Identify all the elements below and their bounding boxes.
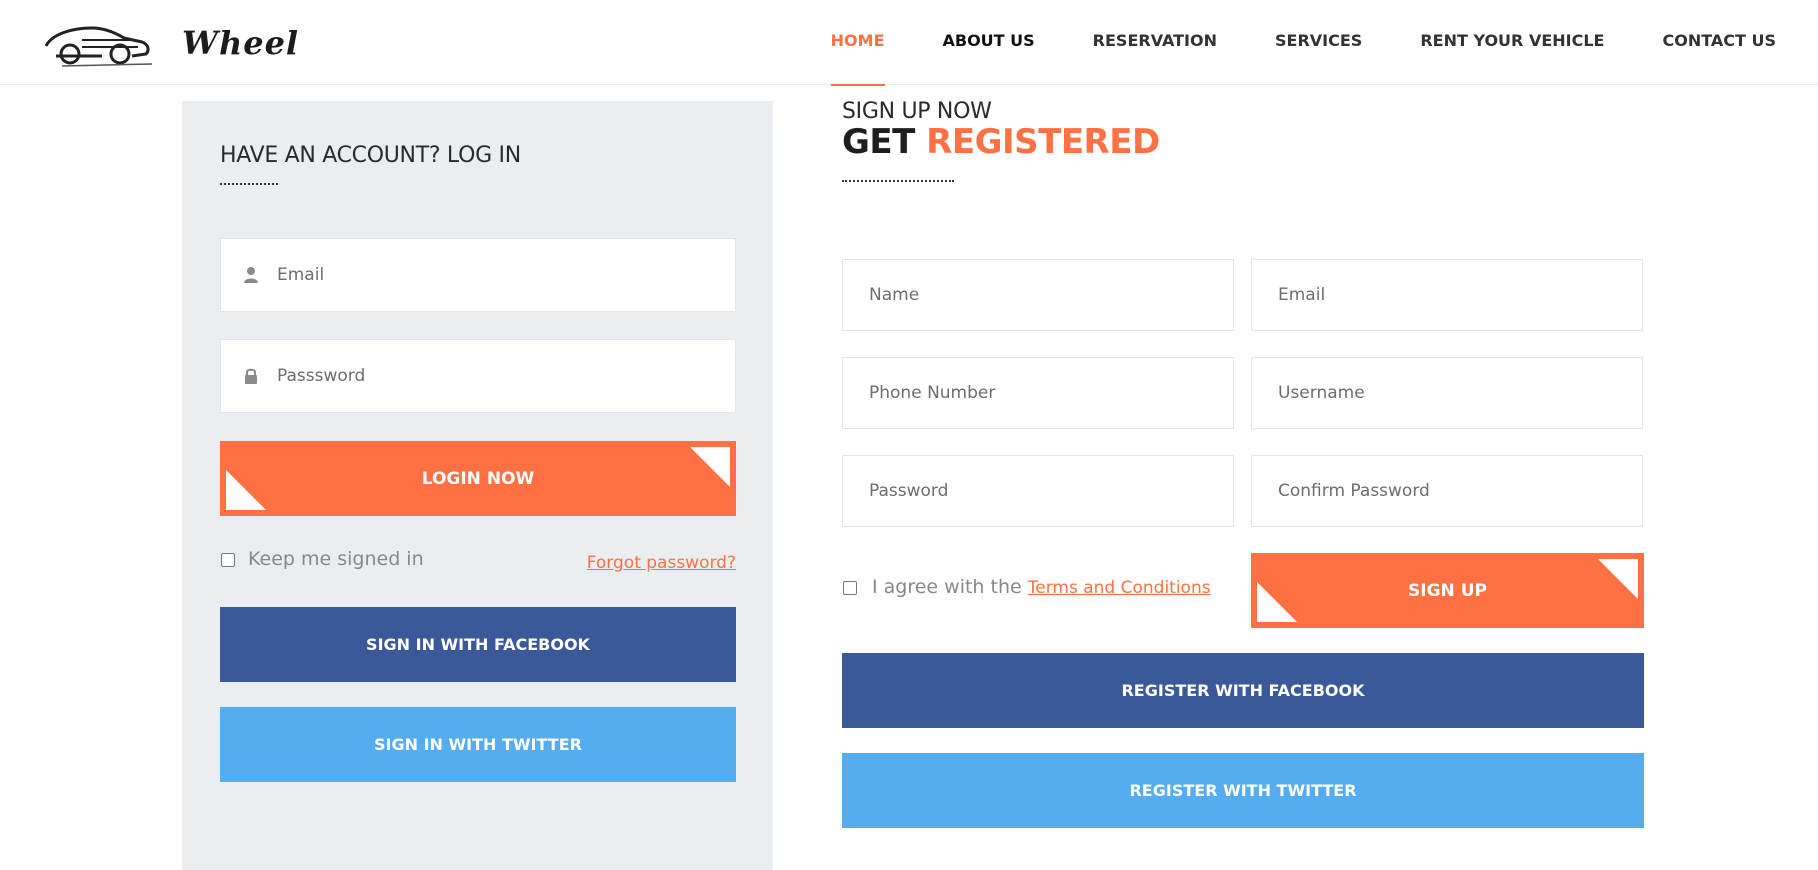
login-email-input[interactable]: [277, 239, 735, 311]
register-name-field[interactable]: [842, 259, 1234, 331]
register-eyebrow: SIGN UP NOW: [842, 99, 992, 124]
login-password-input[interactable]: [277, 340, 735, 412]
keep-signed-in-label: Keep me signed in: [248, 548, 424, 570]
login-panel: HAVE AN ACCOUNT? LOG IN LOGIN NOW Keep m…: [182, 101, 773, 870]
sign-in-facebook-button[interactable]: SIGN IN WITH FACEBOOK: [220, 607, 736, 682]
corner-decoration: [1598, 559, 1638, 599]
register-phone-field[interactable]: [842, 357, 1234, 429]
agree-text: I agree with the: [872, 576, 1022, 598]
main-nav: HOME ABOUT US RESERVATION SERVICES RENT …: [773, 0, 1776, 86]
sign-up-label: SIGN UP: [1408, 580, 1487, 601]
register-confirm-password-field[interactable]: [1251, 455, 1643, 527]
register-username-field[interactable]: [1251, 357, 1643, 429]
login-password-field[interactable]: [220, 339, 736, 413]
title-divider: [220, 183, 278, 185]
forgot-password-link[interactable]: Forgot password?: [587, 553, 736, 573]
nav-rent-your-vehicle[interactable]: RENT YOUR VEHICLE: [1420, 0, 1604, 85]
register-divider: [842, 180, 954, 182]
agree-terms-checkbox[interactable]: [843, 581, 857, 595]
car-logo-icon: [44, 26, 243, 67]
user-icon: [244, 267, 258, 283]
register-username-input[interactable]: [1278, 358, 1642, 428]
login-email-field[interactable]: [220, 238, 736, 312]
nav-about-us[interactable]: ABOUT US: [943, 0, 1035, 85]
login-title: HAVE AN ACCOUNT? LOG IN: [220, 143, 521, 168]
corner-decoration: [690, 447, 730, 487]
register-password-input[interactable]: [869, 456, 1233, 526]
nav-reservation[interactable]: RESERVATION: [1093, 0, 1217, 85]
heading-accent-text: REGISTERED: [926, 122, 1160, 162]
lock-icon: [245, 368, 257, 384]
site-logo[interactable]: Wheel: [42, 12, 298, 70]
register-name-input[interactable]: [869, 260, 1233, 330]
corner-decoration: [1257, 582, 1297, 622]
brand-name: Wheel: [182, 24, 300, 62]
register-twitter-button[interactable]: REGISTER WITH TWITTER: [842, 753, 1644, 828]
site-header: Wheel HOME ABOUT US RESERVATION SERVICES…: [0, 0, 1818, 86]
register-heading: GET REGISTERED: [842, 122, 1160, 162]
register-email-field[interactable]: [1251, 259, 1643, 331]
heading-dark-text: GET: [842, 122, 915, 162]
register-confirm-password-input[interactable]: [1278, 456, 1642, 526]
nav-home[interactable]: HOME: [830, 0, 885, 86]
agree-terms-label: I agree with the Terms and Conditions: [872, 576, 1211, 598]
nav-services[interactable]: SERVICES: [1275, 0, 1362, 85]
keep-signed-in-checkbox[interactable]: [221, 553, 235, 567]
register-password-field[interactable]: [842, 455, 1234, 527]
terms-link[interactable]: Terms and Conditions: [1028, 578, 1211, 598]
corner-decoration: [226, 470, 266, 510]
login-now-button[interactable]: LOGIN NOW: [220, 441, 736, 516]
register-email-input[interactable]: [1278, 260, 1642, 330]
register-phone-input[interactable]: [869, 358, 1233, 428]
login-now-label: LOGIN NOW: [421, 468, 535, 489]
nav-contact-us[interactable]: CONTACT US: [1662, 0, 1776, 85]
register-facebook-button[interactable]: REGISTER WITH FACEBOOK: [842, 653, 1644, 728]
sign-up-button[interactable]: SIGN UP: [1251, 553, 1644, 628]
sign-in-twitter-button[interactable]: SIGN IN WITH TWITTER: [220, 707, 736, 782]
